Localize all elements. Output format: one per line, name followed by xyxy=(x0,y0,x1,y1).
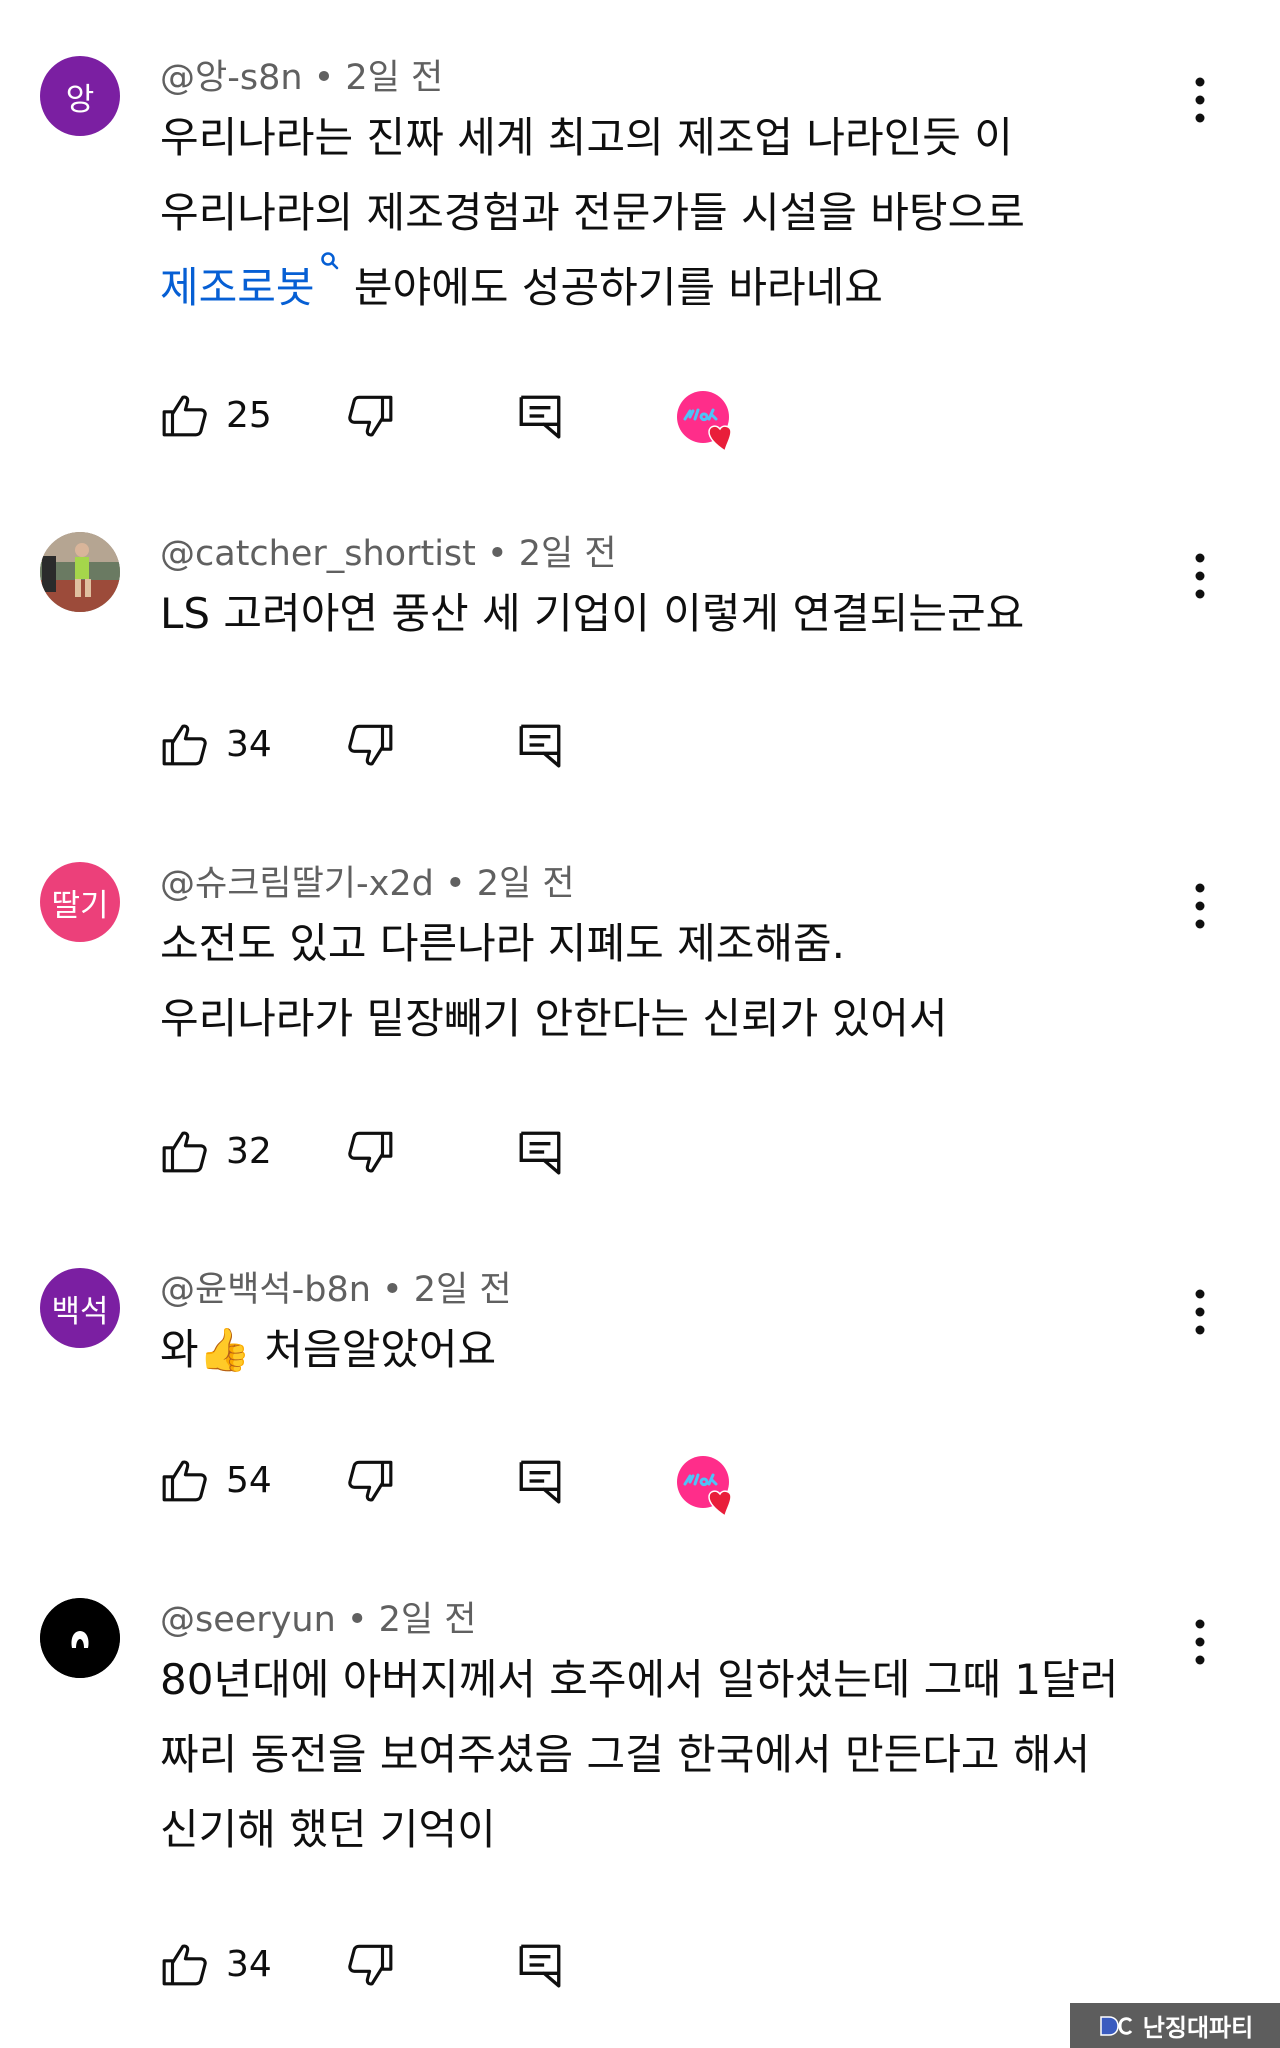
avatar-initials: 딸기 xyxy=(51,887,109,924)
comment-line: 우리나라가 밑장빼기 안한다는 신뢰가 있어서 xyxy=(160,994,948,1043)
reply-icon[interactable] xyxy=(515,1940,565,1990)
thumbs-down-icon[interactable] xyxy=(345,1456,395,1506)
watermark-text: 난징대파티 xyxy=(1142,2014,1254,2042)
search-link[interactable]: 제조로봇 xyxy=(160,252,341,312)
avatar[interactable]: 딸기 xyxy=(40,862,120,942)
comment-text: LS 고려아연 풍산 세 기업이 이렇게 연결되는군요 xyxy=(160,576,1160,651)
comment-meta[interactable]: @윤백석-b8n • 2일 전 xyxy=(160,1268,512,1312)
watermark: 난징대파티 xyxy=(1070,2003,1280,2048)
comment-text: 우리나라는 진짜 세계 최고의 제조업 나라인듯 이 우리나라의 제조경험과 전… xyxy=(160,100,1160,325)
comment-meta[interactable]: @catcher_shortist • 2일 전 xyxy=(160,532,617,576)
avatar-initials: 백석 xyxy=(51,1293,109,1330)
comment-meta[interactable]: @슈크림딸기-x2d • 2일 전 xyxy=(160,862,575,906)
avatar[interactable]: 앙 xyxy=(40,56,120,136)
thumbs-up-icon[interactable] xyxy=(160,1456,210,1506)
comment-actions: 34 xyxy=(160,710,860,780)
comment-line: 와👍 처음알았어요 xyxy=(160,1325,497,1374)
avatar-initials: 앙 xyxy=(65,81,95,118)
comment-actions: 54 xyxy=(160,1446,860,1518)
thumbs-up-icon[interactable] xyxy=(160,391,210,441)
like-count: 32 xyxy=(226,1131,272,1172)
comment-line: 우리나라는 진짜 세계 최고의 제조업 나라인듯 이 xyxy=(160,113,1013,162)
thumbs-up-icon[interactable] xyxy=(160,720,210,770)
search-icon xyxy=(320,252,338,270)
comment-line: 제조로봇 분야에도 성공하기를 바라네요 xyxy=(160,250,1160,325)
comment-line: LS 고려아연 풍산 세 기업이 이렇게 연결되는군요 xyxy=(160,589,1025,638)
search-link-label: 제조로봇 xyxy=(160,263,315,312)
comment-line: 80년대에 아버지께서 호주에서 일하셨는데 그때 1달러 xyxy=(160,1655,1119,1704)
comment-meta[interactable]: @seeryun • 2일 전 xyxy=(160,1598,476,1642)
comment-actions: 34 xyxy=(160,1930,860,2000)
thumbs-down-icon[interactable] xyxy=(345,391,395,441)
avatar[interactable]: 백석 xyxy=(40,1268,120,1348)
runner-photo-icon xyxy=(40,532,120,612)
like-count: 34 xyxy=(226,1944,272,1985)
comment-meta[interactable]: @앙-s8n • 2일 전 xyxy=(160,56,443,100)
comment-line: 신기해 했던 기억이 xyxy=(160,1805,496,1854)
comment-actions: 25 xyxy=(160,381,860,453)
more-vert-icon[interactable] xyxy=(1180,548,1220,604)
avatar[interactable] xyxy=(40,532,120,612)
comment-actions: 32 xyxy=(160,1117,860,1187)
like-count: 54 xyxy=(226,1460,272,1501)
like-count: 34 xyxy=(226,724,272,765)
thumbs-up-icon[interactable] xyxy=(160,1127,210,1177)
more-vert-icon[interactable] xyxy=(1180,878,1220,934)
like-count: 25 xyxy=(226,395,272,436)
thumbs-down-icon[interactable] xyxy=(345,1127,395,1177)
thumbs-down-icon[interactable] xyxy=(345,720,395,770)
reply-icon[interactable] xyxy=(515,1127,565,1177)
reply-icon[interactable] xyxy=(515,1456,565,1506)
profile-logo-icon xyxy=(40,1598,120,1678)
reply-icon[interactable] xyxy=(515,720,565,770)
more-vert-icon[interactable] xyxy=(1180,1614,1220,1670)
comment-text: 80년대에 아버지께서 호주에서 일하셨는데 그때 1달러 짜리 동전을 보여주… xyxy=(160,1642,1160,1867)
comment-line: 우리나라의 제조경험과 전문가들 시설을 바탕으로 xyxy=(160,188,1025,237)
more-vert-icon[interactable] xyxy=(1180,72,1220,128)
dc-logo-icon xyxy=(1100,2015,1132,2036)
comment-line: 짜리 동전을 보여주셨음 그걸 한국에서 만든다고 해서 xyxy=(160,1730,1091,1779)
creator-heart-badge xyxy=(677,391,732,453)
thumbs-down-icon[interactable] xyxy=(345,1940,395,1990)
comment-text-after-link: 분야에도 성공하기를 바라네요 xyxy=(340,263,883,312)
comment-text: 소전도 있고 다른나라 지폐도 제조해줌. 우리나라가 밑장빼기 안한다는 신뢰… xyxy=(160,906,1160,1056)
thumbs-up-icon[interactable] xyxy=(160,1940,210,1990)
comment-line: 소전도 있고 다른나라 지폐도 제조해줌. xyxy=(160,919,845,968)
more-vert-icon[interactable] xyxy=(1180,1284,1220,1340)
avatar[interactable] xyxy=(40,1598,120,1678)
comment-text: 와👍 처음알았어요 xyxy=(160,1312,1160,1387)
creator-heart-badge xyxy=(677,1456,732,1518)
reply-icon[interactable] xyxy=(515,391,565,441)
